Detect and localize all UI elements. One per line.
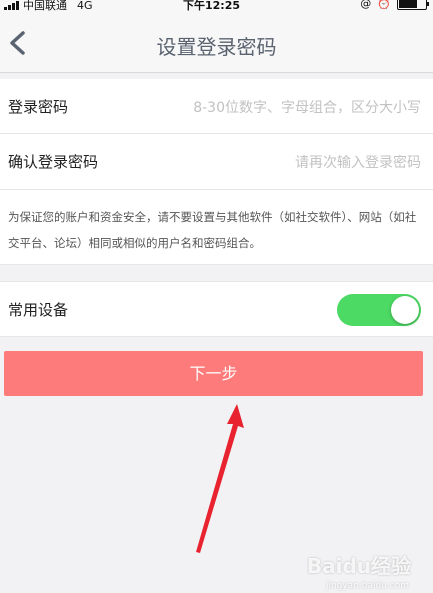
confirm-password-field[interactable]: 确认登录密码 请再次输入登录密码 [0, 134, 433, 188]
battery-icon [397, 0, 429, 10]
signal-icon [4, 0, 19, 10]
network-label: 4G [77, 0, 93, 12]
page-title: 设置登录密码 [156, 35, 277, 59]
watermark-logo: Baidu经验 [306, 554, 411, 578]
confirm-password-label: 确认登录密码 [8, 153, 99, 171]
watermark-url: jingyan.baidu.com [325, 581, 409, 591]
carrier-label: 中国联通 [23, 0, 67, 12]
status-bar: 中国联通 4G 下午12:25 @ ⏰ [0, 0, 433, 14]
device-label: 常用设备 [8, 301, 69, 319]
password-field[interactable]: 登录密码 8-30位数字、字母组合，区分大小写 [0, 79, 433, 133]
security-notice-text: 为保证您的账户和资金安全，请不要设置与其他软件（如社交软件）、网站（如社交平台、… [8, 210, 417, 250]
confirm-password-input[interactable]: 请再次输入登录密码 [295, 152, 421, 172]
nav-bar: 设置登录密码 [0, 14, 433, 73]
security-notice: 为保证您的账户和资金安全，请不要设置与其他软件（如社交软件）、网站（如社交平台、… [0, 189, 433, 265]
common-device-toggle[interactable] [337, 294, 421, 326]
device-row: 常用设备 [0, 281, 433, 337]
next-button[interactable]: 下一步 [4, 351, 423, 396]
alarm-icon: ⏰ [377, 0, 391, 10]
password-input[interactable]: 8-30位数字、字母组合，区分大小写 [193, 97, 421, 117]
password-label: 登录密码 [8, 98, 69, 116]
location-icon: @ [360, 0, 372, 10]
clock: 下午12:25 [183, 0, 241, 12]
password-form: 登录密码 8-30位数字、字母组合，区分大小写 确认登录密码 请再次输入登录密码 [0, 79, 433, 189]
